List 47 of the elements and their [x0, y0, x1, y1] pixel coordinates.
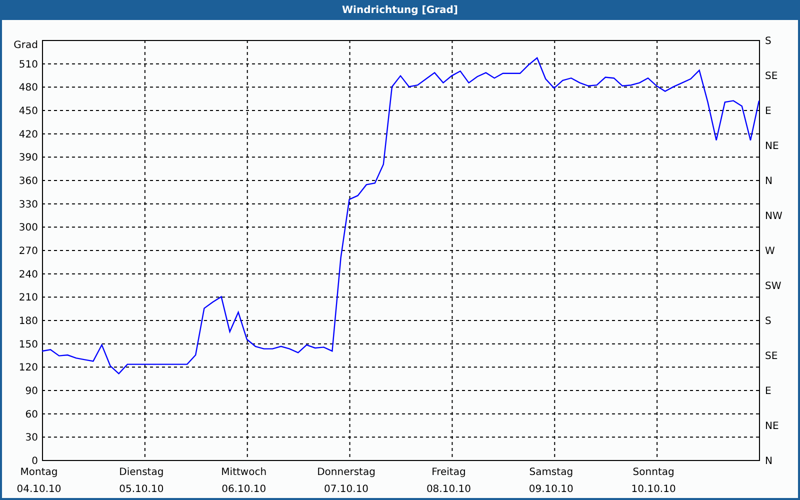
day-label: Montag — [20, 467, 58, 478]
y-tick-label: 480 — [18, 82, 38, 94]
window-title: Windrichtung [Grad] — [342, 4, 458, 16]
y-tick-label: 240 — [18, 269, 38, 280]
compass-label: SW — [765, 281, 782, 292]
y-tick-label: 150 — [18, 339, 38, 350]
date-label: 07.10.10 — [324, 484, 369, 495]
y-tick-label: 180 — [18, 316, 38, 327]
date-label: 04.10.10 — [16, 484, 62, 495]
y-tick-label: 510 — [18, 59, 38, 70]
y-tick-label: 450 — [18, 106, 38, 117]
compass-label: SE — [765, 71, 778, 82]
y-tick-label: 330 — [18, 199, 38, 210]
compass-label: NE — [765, 421, 779, 432]
compass-label: N — [765, 456, 772, 467]
y-tick-label: 300 — [18, 222, 38, 234]
compass-label: E — [765, 106, 772, 117]
compass-label: E — [765, 386, 772, 397]
y-tick-label: 270 — [18, 246, 38, 257]
day-label: Mittwoch — [221, 467, 267, 478]
compass-label: N — [765, 176, 772, 187]
date-label: 06.10.10 — [222, 484, 266, 495]
y-tick-label: 420 — [18, 129, 38, 140]
compass-label: S — [765, 316, 772, 327]
y-tick-label: 360 — [18, 176, 38, 187]
axis-title: Grad — [14, 40, 38, 51]
compass-label: W — [765, 246, 775, 257]
date-label: 10.10.10 — [631, 484, 676, 495]
y-tick-label: 60 — [25, 409, 38, 420]
day-label: Sonntag — [632, 467, 674, 478]
y-tick-label: 390 — [18, 152, 38, 164]
date-label: 08.10.10 — [426, 484, 471, 495]
date-label: 05.10.10 — [119, 484, 164, 495]
day-label: Freitag — [432, 467, 466, 478]
y-tick-label: 210 — [18, 292, 38, 304]
day-label: Dienstag — [119, 467, 164, 478]
y-tick-label: 30 — [25, 432, 38, 444]
compass-label: S — [765, 36, 772, 47]
date-label: 09.10.10 — [528, 484, 574, 495]
day-label: Donnerstag — [317, 467, 376, 478]
day-label: Samstag — [529, 467, 574, 478]
y-tick-label: 0 — [32, 456, 38, 467]
y-tick-label: 90 — [25, 386, 38, 397]
y-tick-label: 120 — [18, 362, 38, 374]
compass-label: NW — [765, 211, 782, 222]
compass-label: NE — [765, 141, 779, 152]
compass-label: SE — [765, 351, 778, 362]
